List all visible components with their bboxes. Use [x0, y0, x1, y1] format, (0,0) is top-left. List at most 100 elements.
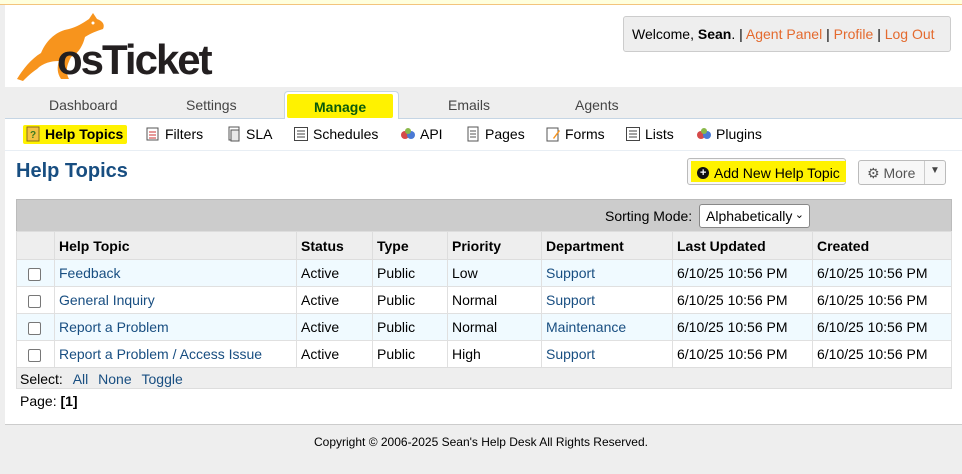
select-bar: Select: All None Toggle [16, 367, 952, 389]
main-nav: Dashboard Settings Manage Emails Agents [5, 87, 962, 119]
sorting-mode-select[interactable]: Alphabetically ⌄ [699, 204, 810, 228]
subnav-lists[interactable]: Lists [625, 126, 674, 142]
status-cell: Active [296, 313, 373, 341]
type-cell: Public [372, 340, 448, 368]
subnav-pages[interactable]: Pages [465, 126, 525, 142]
page-container: osTicket Welcome, Sean. | Agent Panel | … [5, 5, 962, 425]
more-button[interactable]: ⚙ More ▼ [858, 160, 946, 185]
subnav-filters[interactable]: Filters [145, 126, 203, 142]
status-cell: Active [296, 259, 373, 287]
add-button-label: Add New Help Topic [714, 164, 840, 181]
select-none-link[interactable]: None [98, 371, 131, 387]
select-label: Select: [20, 371, 63, 387]
header-checkbox-column [16, 231, 55, 260]
priority-cell: Low [447, 259, 542, 287]
help-topic-link[interactable]: General Inquiry [59, 292, 155, 308]
row-checkbox[interactable] [28, 348, 41, 362]
add-help-topic-button[interactable]: + Add New Help Topic [687, 158, 846, 185]
column-header-priority[interactable]: Priority [447, 231, 542, 260]
department-link[interactable]: Support [546, 265, 595, 281]
logout-link[interactable]: Log Out [885, 26, 935, 42]
column-header-type[interactable]: Type [372, 231, 448, 260]
tab-settings[interactable]: Settings [186, 97, 237, 113]
column-header-department[interactable]: Department [541, 231, 673, 260]
forms-icon [546, 127, 560, 142]
select-toggle-link[interactable]: Toggle [142, 371, 183, 387]
sla-icon [228, 126, 240, 142]
tab-dashboard[interactable]: Dashboard [49, 97, 118, 113]
last-updated-cell: 6/10/25 10:56 PM [672, 313, 813, 341]
plugins-icon [697, 128, 711, 139]
column-header-help-topic[interactable]: Help Topic [54, 231, 297, 260]
table-row: General Inquiry Active Public Normal Sup… [16, 286, 952, 314]
priority-cell: Normal [447, 286, 542, 314]
select-all-link[interactable]: All [73, 371, 89, 387]
user-info-box: Welcome, Sean. | Agent Panel | Profile |… [623, 16, 951, 52]
welcome-text: Welcome, [632, 26, 694, 42]
api-icon [401, 128, 415, 139]
row-checkbox[interactable] [28, 294, 41, 308]
more-button-label: More [883, 165, 916, 181]
page-title: Help Topics [16, 160, 128, 182]
last-updated-cell: 6/10/25 10:56 PM [672, 259, 813, 287]
subnav-api[interactable]: API [400, 126, 443, 142]
footer-copyright: Copyright © 2006-2025 Sean's Help Desk A… [314, 435, 648, 449]
help-topic-link[interactable]: Report a Problem [59, 319, 169, 335]
logo[interactable]: osTicket [13, 9, 223, 83]
caret-down-icon[interactable]: ▼ [930, 165, 940, 176]
help-topic-link[interactable]: Report a Problem / Access Issue [59, 346, 262, 362]
subnav-sla[interactable]: SLA [226, 126, 272, 142]
row-checkbox[interactable] [28, 321, 41, 335]
help-topics-table: Help Topic Status Type Priority Departme… [16, 231, 952, 368]
status-cell: Active [296, 340, 373, 368]
last-updated-cell: 6/10/25 10:56 PM [672, 340, 813, 368]
created-cell: 6/10/25 10:56 PM [812, 259, 952, 287]
column-header-created[interactable]: Created [812, 231, 952, 260]
schedules-icon [294, 127, 308, 141]
subnav-plugins[interactable]: Plugins [696, 126, 762, 142]
user-name: Sean [697, 26, 732, 42]
table-row: Feedback Active Public Low Support 6/10/… [16, 259, 952, 287]
plus-circle-icon: + [697, 166, 709, 179]
priority-cell: High [447, 340, 542, 368]
created-cell: 6/10/25 10:56 PM [812, 313, 952, 341]
tab-emails[interactable]: Emails [448, 97, 490, 113]
svg-text:?: ? [30, 130, 36, 141]
chevron-down-icon: ⌄ [794, 209, 804, 221]
created-cell: 6/10/25 10:56 PM [812, 286, 952, 314]
department-link[interactable]: Support [546, 346, 595, 362]
department-link[interactable]: Maintenance [546, 319, 626, 335]
profile-link[interactable]: Profile [834, 26, 874, 42]
table-row: Report a Problem / Access Issue Active P… [16, 340, 952, 368]
lists-icon [626, 127, 640, 141]
help-topic-link[interactable]: Feedback [59, 265, 120, 281]
pages-icon [467, 126, 479, 142]
table-row: Report a Problem Active Public Normal Ma… [16, 313, 952, 341]
column-header-status[interactable]: Status [296, 231, 373, 260]
filters-icon [146, 127, 159, 141]
pager-label: Page: [20, 393, 57, 409]
header: osTicket Welcome, Sean. | Agent Panel | … [5, 5, 962, 85]
agent-panel-link[interactable]: Agent Panel [746, 26, 822, 42]
sorting-bar: Sorting Mode: Alphabetically ⌄ [16, 199, 952, 231]
type-cell: Public [372, 313, 448, 341]
logo-text: osTicket [57, 36, 213, 83]
current-page: [1] [60, 393, 78, 409]
row-checkbox[interactable] [28, 267, 41, 281]
gear-icon: ⚙ [867, 165, 880, 181]
type-cell: Public [372, 259, 448, 287]
help-topics-icon: ? [26, 126, 40, 142]
column-header-last-updated[interactable]: Last Updated [672, 231, 813, 260]
tab-manage[interactable]: Manage [284, 91, 399, 119]
priority-cell: Normal [447, 313, 542, 341]
subnav-schedules[interactable]: Schedules [293, 126, 378, 142]
sorting-mode-label: Sorting Mode: [605, 208, 693, 224]
tab-manage-label: Manage [287, 94, 394, 118]
subnav-help-topics[interactable]: ? Help Topics [23, 125, 128, 144]
department-link[interactable]: Support [546, 292, 595, 308]
table-header-row: Help Topic Status Type Priority Departme… [16, 231, 952, 260]
sub-nav: ? Help Topics Filters SLA Schedules API … [5, 119, 962, 151]
tab-agents[interactable]: Agents [575, 97, 619, 113]
last-updated-cell: 6/10/25 10:56 PM [672, 286, 813, 314]
subnav-forms[interactable]: Forms [545, 126, 605, 142]
